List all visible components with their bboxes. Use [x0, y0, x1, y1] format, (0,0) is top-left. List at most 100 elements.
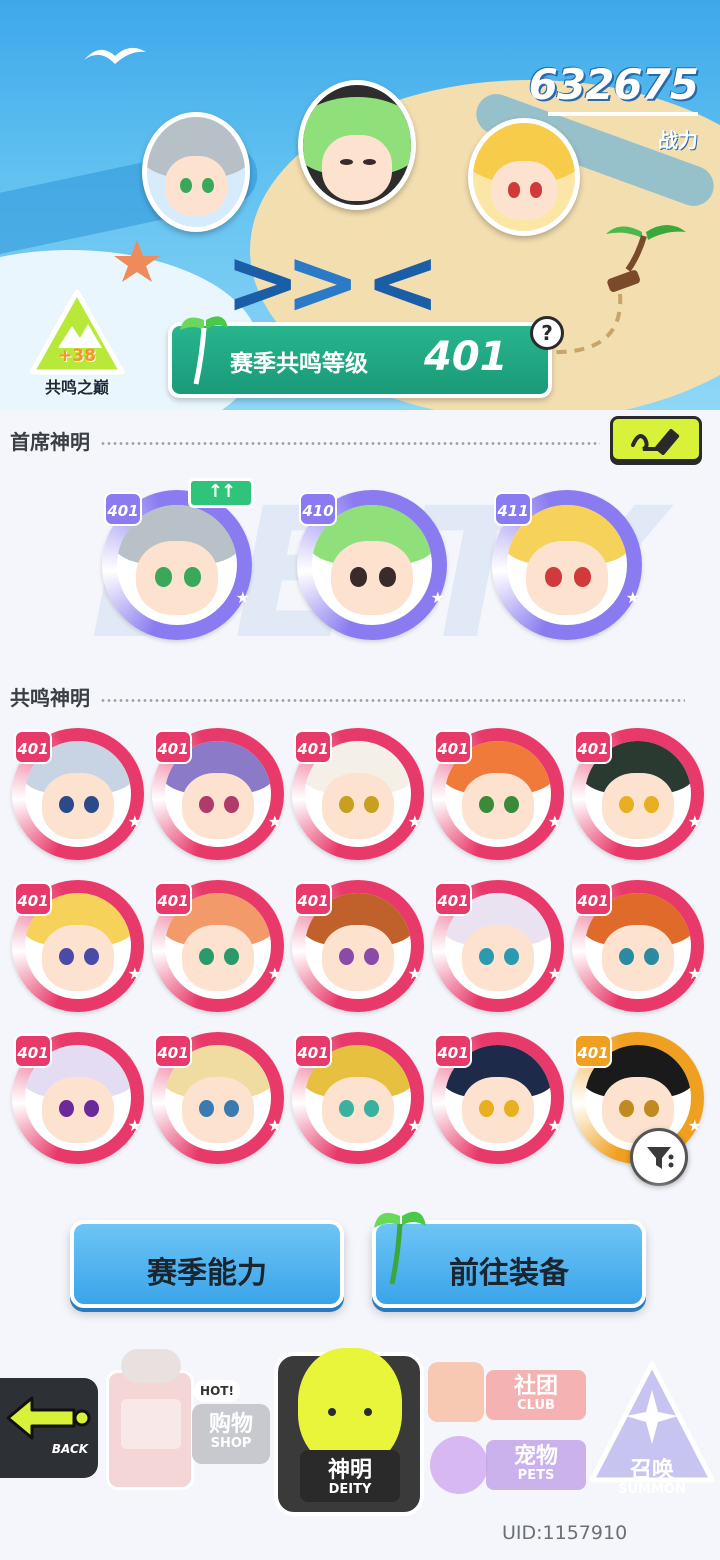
nav-deity[interactable]: 神明 DEITY [274, 1328, 424, 1516]
star-icon: ★ [267, 1116, 282, 1135]
deity-portrait[interactable]: 401 ★ [292, 1032, 424, 1164]
season-map-banner: > > < 632675 战力 +38 共鸣之巅 赛季共鸣等级 401 ? [0, 0, 720, 410]
pets-label: 宠物 [513, 1444, 558, 1469]
palm-leaf-icon [180, 316, 228, 385]
season-resonance-level-bar[interactable]: 赛季共鸣等级 401 [168, 316, 552, 398]
pets-sublabel: PETS [517, 1468, 555, 1483]
deity-portrait[interactable]: 401 ★ [432, 880, 564, 1012]
star-icon: ★ [407, 964, 422, 983]
shop-sublabel: SHOP [210, 1436, 252, 1451]
deity-level-badge: 401 [154, 730, 192, 764]
deity-level-badge: 401 [434, 1034, 472, 1068]
star-icon: ★ [127, 964, 142, 983]
edit-lineup-button[interactable] [610, 416, 702, 462]
season-level-value: 401 [424, 334, 508, 380]
star-icon: ★ [407, 1116, 422, 1135]
deity-portrait[interactable]: 401 ★ [152, 1032, 284, 1164]
deity-level-badge: 401 [14, 1034, 52, 1068]
filter-button[interactable] [630, 1128, 688, 1186]
peak-bonus: +38 [58, 346, 96, 366]
star-icon: ★ [687, 812, 702, 831]
deity-portrait[interactable]: 401 ★ [12, 880, 144, 1012]
chibi-character-left [142, 112, 250, 232]
deity-level-badge: 401 [574, 1034, 612, 1068]
starfish-icon [114, 240, 160, 282]
deity-portrait[interactable]: 401 ★ [12, 728, 144, 860]
chibi-character-center [298, 80, 416, 210]
deity-portrait[interactable]: 401 ★ [572, 880, 704, 1012]
deity-level-badge: 401 [294, 730, 332, 764]
nav-pets[interactable]: 宠物 PETS [428, 1432, 586, 1498]
deity-level-badge: 401 [104, 492, 142, 526]
deity-portrait[interactable]: 401 ★ [12, 1032, 144, 1164]
shop-label: 购物 [208, 1412, 253, 1437]
power-label: 战力 [658, 128, 698, 152]
go-equip-label: 前往装备 [449, 1256, 569, 1291]
deity-level-badge: 401 [14, 730, 52, 764]
deity-portrait[interactable]: 411 ★ [492, 490, 642, 640]
filter-icon [647, 1147, 674, 1169]
deity-level-badge: 411 [494, 492, 532, 526]
star-icon: ★ [127, 812, 142, 831]
star-icon: ★ [267, 964, 282, 983]
season-ability-label: 赛季能力 [147, 1256, 267, 1291]
peak-label: 共鸣之巅 [44, 378, 109, 397]
club-sublabel: CLUB [517, 1398, 555, 1413]
summon-label: 召唤 [629, 1458, 674, 1483]
list-fade [0, 1180, 720, 1204]
deity-level-badge: 401 [434, 882, 472, 916]
deity-portrait[interactable]: 401 ★ [292, 728, 424, 860]
hot-badge: HOT! [194, 1380, 240, 1402]
upgrade-arrows-badge: ↑↑ [188, 478, 254, 508]
star-icon: ★ [547, 1116, 562, 1135]
deity-level-badge: 401 [294, 882, 332, 916]
season-ability-button[interactable]: 赛季能力 [70, 1220, 344, 1308]
user-id: UID:1157910 [502, 1522, 628, 1544]
seagull-icon [84, 47, 146, 64]
deity-level-badge: 401 [434, 730, 472, 764]
deity-portrait[interactable]: 401 ★ [102, 490, 252, 640]
deity-portrait[interactable]: 401 ★ [292, 880, 424, 1012]
star-icon: ★ [687, 1116, 702, 1135]
resonance-peak-badge[interactable]: +38 共鸣之巅 [22, 288, 132, 400]
club-briefcase-icon [428, 1362, 484, 1422]
deity-level-badge: 401 [574, 730, 612, 764]
star-icon: ★ [625, 588, 640, 607]
deity-portrait[interactable]: 401 ★ [432, 728, 564, 860]
deity-level-badge: 401 [294, 1034, 332, 1068]
power-underline [548, 112, 698, 116]
power-value: 632675 [528, 60, 699, 109]
deity-portrait[interactable]: 410 ★ [297, 490, 447, 640]
nav-shop[interactable]: HOT! 购物 SHOP [102, 1340, 272, 1490]
vending-machine-icon [106, 1349, 194, 1490]
deity-label: 神明 [327, 1458, 372, 1483]
deity-portrait[interactable]: 401 ★ [152, 880, 284, 1012]
back-button[interactable]: BACK [0, 1378, 98, 1478]
nav-club[interactable]: 社团 CLUB [428, 1362, 586, 1428]
deity-level-badge: 401 [154, 1034, 192, 1068]
deity-portrait[interactable]: 401 ★ [572, 728, 704, 860]
star-icon: ★ [547, 812, 562, 831]
season-level-label: 赛季共鸣等级 [230, 351, 368, 377]
star-icon: ★ [235, 588, 250, 607]
nav-summon[interactable]: 召唤 SUMMON [588, 1360, 716, 1500]
star-icon: ★ [127, 1116, 142, 1135]
deity-portrait[interactable]: 401 ★ [432, 1032, 564, 1164]
star-icon: ★ [267, 812, 282, 831]
deity-level-badge: 401 [574, 882, 612, 916]
deity-level-badge: 410 [299, 492, 337, 526]
star-icon: ★ [547, 964, 562, 983]
pencil-edit-icon [631, 429, 680, 455]
star-icon: ★ [430, 588, 445, 607]
deity-portrait[interactable]: 401 ★ [152, 728, 284, 860]
deity-sublabel: DEITY [328, 1482, 372, 1497]
section-divider [100, 699, 685, 702]
head-deities-title: 首席神明 [10, 430, 90, 454]
help-button[interactable]: ? [530, 316, 564, 350]
chibi-character-right [468, 118, 580, 236]
back-label: BACK [51, 1442, 89, 1456]
section-divider [100, 442, 600, 445]
go-equip-button[interactable]: 前往装备 [372, 1211, 646, 1308]
summon-sublabel: SUMMON [618, 1482, 686, 1497]
pet-icon [430, 1436, 488, 1494]
